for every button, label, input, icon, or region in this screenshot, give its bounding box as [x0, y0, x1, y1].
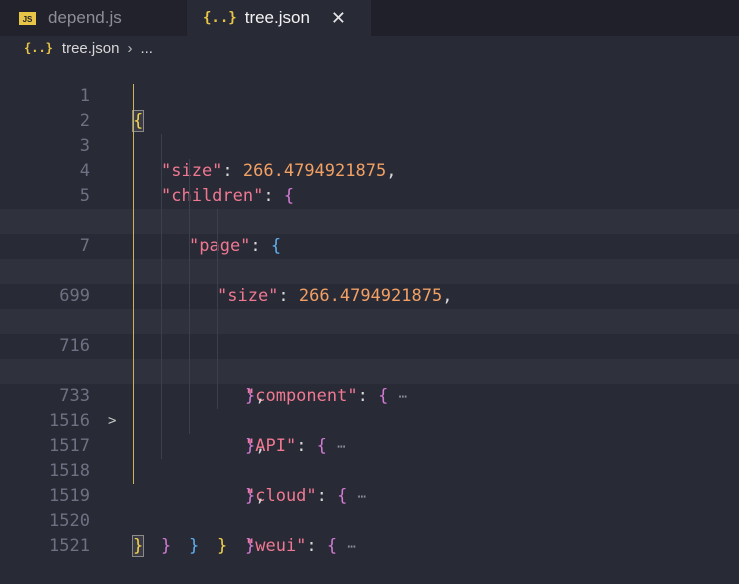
- code-line: 1 {: [0, 59, 739, 132]
- close-brace: }: [131, 535, 145, 557]
- breadcrumb-more[interactable]: ...: [140, 40, 153, 57]
- code-line: 2 "size": 266.4794921875,: [0, 84, 739, 181]
- code-editor[interactable]: 1 { 2 "size": 266.4794921875, 3 "childre…: [0, 59, 739, 557]
- json-file-icon: {..}: [24, 41, 53, 55]
- tab-depend-js[interactable]: JS depend.js: [0, 0, 186, 36]
- close-icon[interactable]: ✕: [331, 8, 346, 29]
- code-line: 3 "children": {: [0, 109, 739, 206]
- chevron-right-icon: ›: [127, 39, 133, 57]
- breadcrumb: {..} tree.json › ...: [0, 36, 739, 60]
- code-line-folded: 7 > "component": { ⋯: [0, 209, 739, 406]
- js-file-icon: JS: [19, 11, 36, 25]
- tab-tree-json[interactable]: {..} tree.json ✕: [187, 0, 371, 36]
- code-line: 1519 }: [0, 459, 739, 556]
- folded-ellipsis[interactable]: ⋯: [347, 539, 355, 555]
- code-line: 1518 }: [0, 434, 739, 556]
- code-line: 4 "page": {: [0, 134, 739, 256]
- code-line-folded: 699 > "API": { ⋯: [0, 259, 739, 456]
- code-line-folded: 733 > "weui": { ⋯: [0, 359, 739, 556]
- code-line: 6 "children": {: [0, 184, 739, 331]
- code-line: 732 },: [0, 334, 739, 506]
- code-line: 1517 }: [0, 409, 739, 556]
- code-line: 698 },: [0, 234, 739, 406]
- breadcrumb-file[interactable]: tree.json: [62, 40, 120, 57]
- json-file-icon: {..}: [203, 10, 237, 26]
- tab-bar: JS depend.js {..} tree.json ✕: [0, 0, 739, 36]
- tab-label: tree.json: [244, 8, 310, 27]
- code-line: 715 },: [0, 284, 739, 456]
- code-line-folded: 716 > "cloud": { ⋯: [0, 309, 739, 506]
- code-line: 1520 }: [0, 484, 739, 557]
- code-line: 1521: [0, 509, 739, 556]
- tab-label: depend.js: [48, 8, 122, 27]
- code-line: 5 "size": 266.4794921875,: [0, 159, 739, 306]
- code-line: 1516 }: [0, 384, 739, 556]
